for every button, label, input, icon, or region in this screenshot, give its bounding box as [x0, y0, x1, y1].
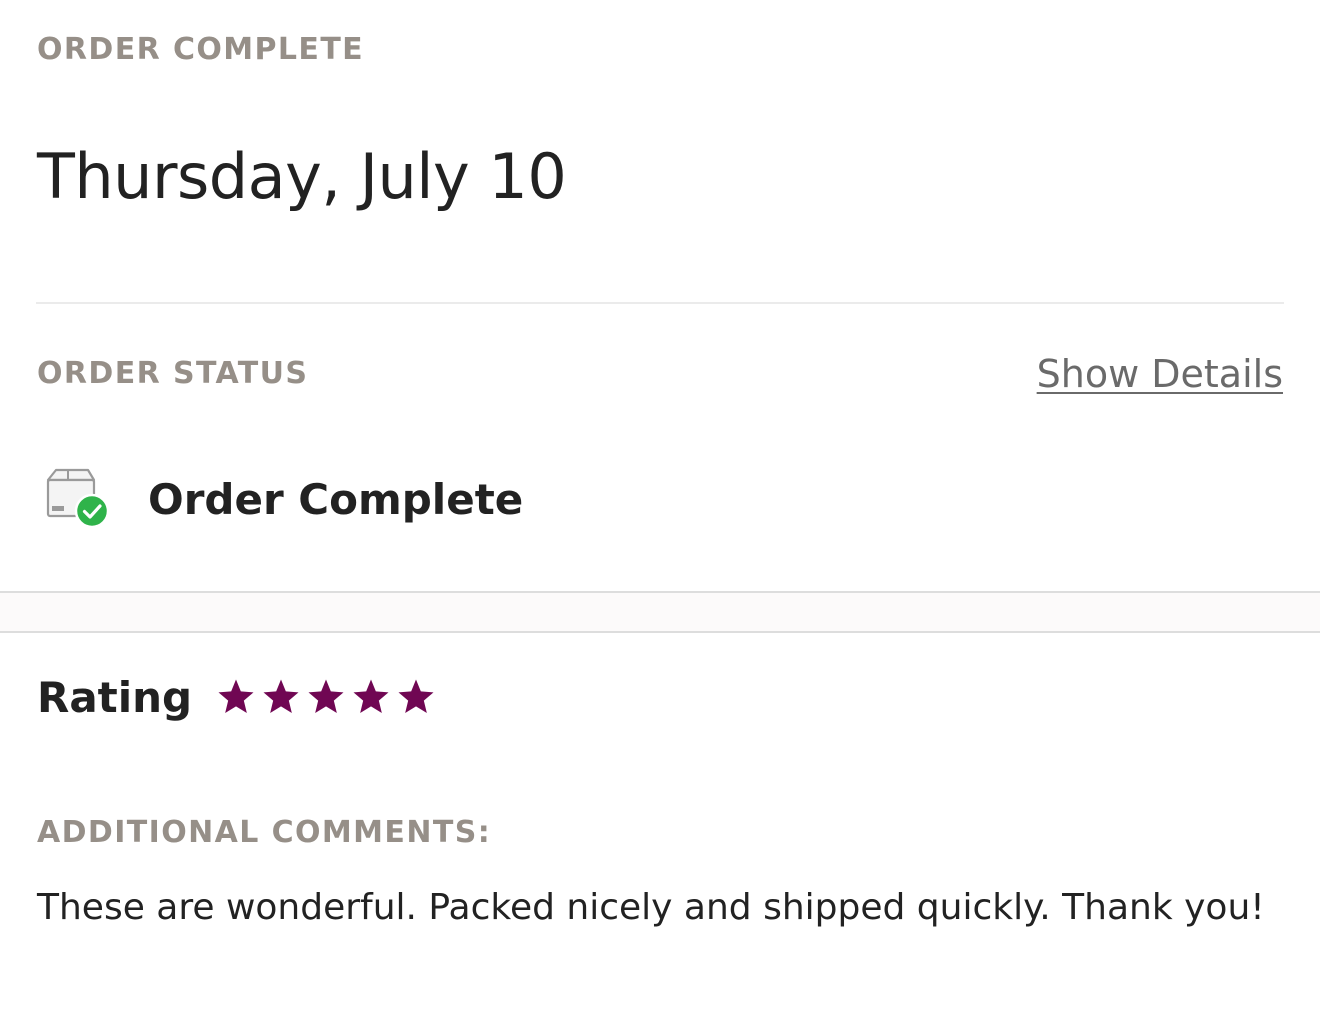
additional-comments-text: These are wonderful. Packed nicely and s…: [37, 887, 1265, 928]
star-icon: [218, 679, 254, 713]
star-icon: [353, 679, 389, 713]
star-icon: [308, 679, 344, 713]
order-complete-eyebrow: ORDER COMPLETE: [37, 32, 365, 67]
show-details-link[interactable]: Show Details: [1037, 352, 1283, 396]
section-divider: [36, 302, 1284, 304]
order-review-page: ORDER COMPLETE Thursday, July 10 ORDER S…: [0, 0, 1320, 1019]
order-status-text: Order Complete: [148, 474, 524, 524]
order-status-row: Order Complete: [44, 466, 523, 532]
star-icon: [398, 679, 434, 713]
order-status-heading: ORDER STATUS: [37, 356, 309, 391]
package-check-icon: [46, 468, 110, 529]
section-separator-band: [0, 591, 1320, 633]
rating-label: Rating: [37, 672, 193, 722]
rating-row: Rating: [37, 668, 441, 726]
star-icon: [263, 679, 299, 713]
rating-stars: [216, 677, 441, 717]
additional-comments-heading: ADDITIONAL COMMENTS:: [37, 815, 492, 850]
order-date-title: Thursday, July 10: [37, 140, 567, 213]
